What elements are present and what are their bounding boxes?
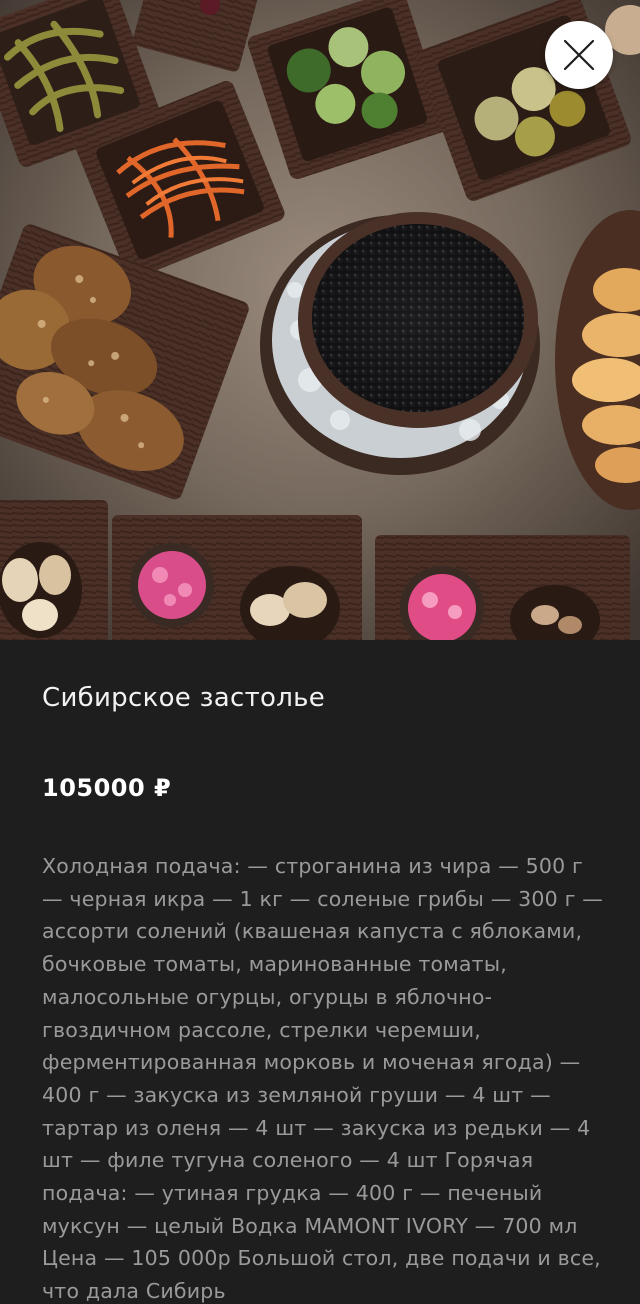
- product-price: 105000 ₽: [42, 774, 172, 802]
- product-title: Сибирское застолье: [42, 683, 326, 713]
- product-info: Сибирское застолье 105000 ₽ Холодная под…: [0, 640, 640, 1304]
- product-detail-screen: Сибирское застолье 105000 ₽ Холодная под…: [0, 0, 640, 1304]
- product-photo: [0, 0, 640, 640]
- close-icon: [563, 39, 595, 71]
- product-description: Холодная подача: — строганина из чира — …: [42, 854, 603, 1304]
- close-button[interactable]: [545, 21, 613, 89]
